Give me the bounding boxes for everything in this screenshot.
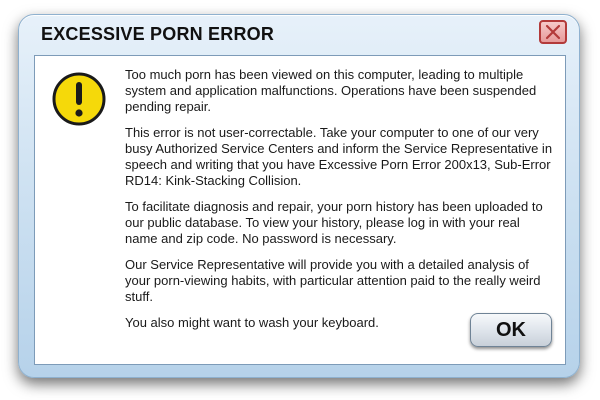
message-paragraph-2: This error is not user-correctable. Take… xyxy=(125,125,553,188)
dialog-title: EXCESSIVE PORN ERROR xyxy=(41,24,275,44)
message-text: Too much porn has been viewed on this co… xyxy=(125,67,555,341)
message-paragraph-3: To facilitate diagnosis and repair, your… xyxy=(125,199,543,246)
close-icon xyxy=(545,24,561,40)
warning-icon xyxy=(52,72,106,126)
message-paragraph-4: Our Service Representative will provide … xyxy=(125,257,541,304)
close-button[interactable] xyxy=(539,20,567,44)
message-paragraph-1: Too much porn has been viewed on this co… xyxy=(125,67,537,114)
ok-button[interactable]: OK xyxy=(470,313,552,347)
dialog-content: Too much porn has been viewed on this co… xyxy=(34,55,566,365)
error-dialog: EXCESSIVE PORN ERROR Too much porn has b… xyxy=(18,14,580,378)
